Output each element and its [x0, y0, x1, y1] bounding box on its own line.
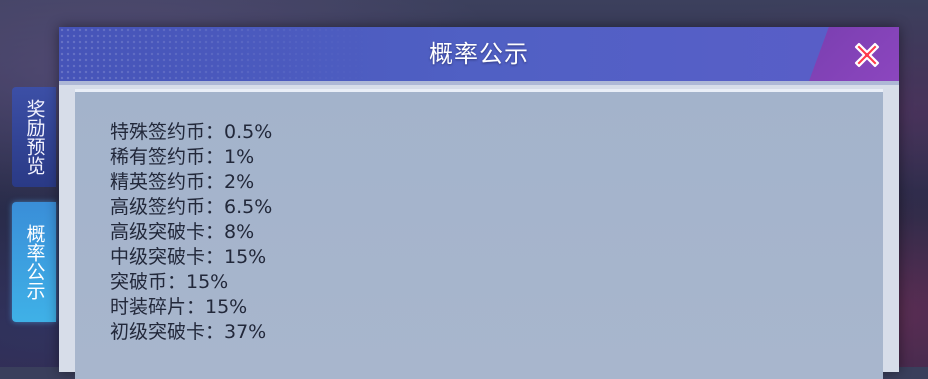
rate-item: 中级突破卡：15%: [110, 246, 267, 268]
rate-item: 稀有签约币：1%: [110, 146, 255, 168]
close-button[interactable]: [849, 37, 885, 73]
rate-item: 初级突破卡：37%: [110, 321, 267, 343]
rates-list: 特殊签约币：0.5% 稀有签约币：1% 精英签约币：2% 高级签约币：6.5% …: [110, 120, 272, 345]
tab-reward-preview-label: 奖励预览: [23, 99, 46, 175]
close-icon: [854, 42, 880, 68]
rate-item: 高级突破卡：8%: [110, 221, 255, 243]
title-divider: [59, 81, 899, 85]
dialog-title: 概率公示: [429, 40, 529, 68]
rate-item: 时装碎片：15%: [110, 296, 248, 318]
rate-item: 高级签约币：6.5%: [110, 196, 273, 218]
probability-dialog: 概率公示 特殊签约币：0.5% 稀有签约币：1% 精英签约币：2% 高级签约币：…: [59, 27, 899, 379]
rate-item: 特殊签约币：0.5%: [110, 121, 273, 143]
tab-probability-disclosure-label: 概率公示: [23, 224, 46, 300]
rates-panel: 特殊签约币：0.5% 稀有签约币：1% 精英签约币：2% 高级签约币：6.5% …: [75, 89, 883, 379]
tab-probability-disclosure[interactable]: 概率公示: [12, 202, 56, 322]
tab-reward-preview[interactable]: 奖励预览: [12, 87, 56, 187]
rate-item: 精英签约币：2%: [110, 171, 255, 193]
dialog-title-bar: 概率公示: [59, 27, 899, 81]
rate-item: 突破币：15%: [110, 271, 229, 293]
